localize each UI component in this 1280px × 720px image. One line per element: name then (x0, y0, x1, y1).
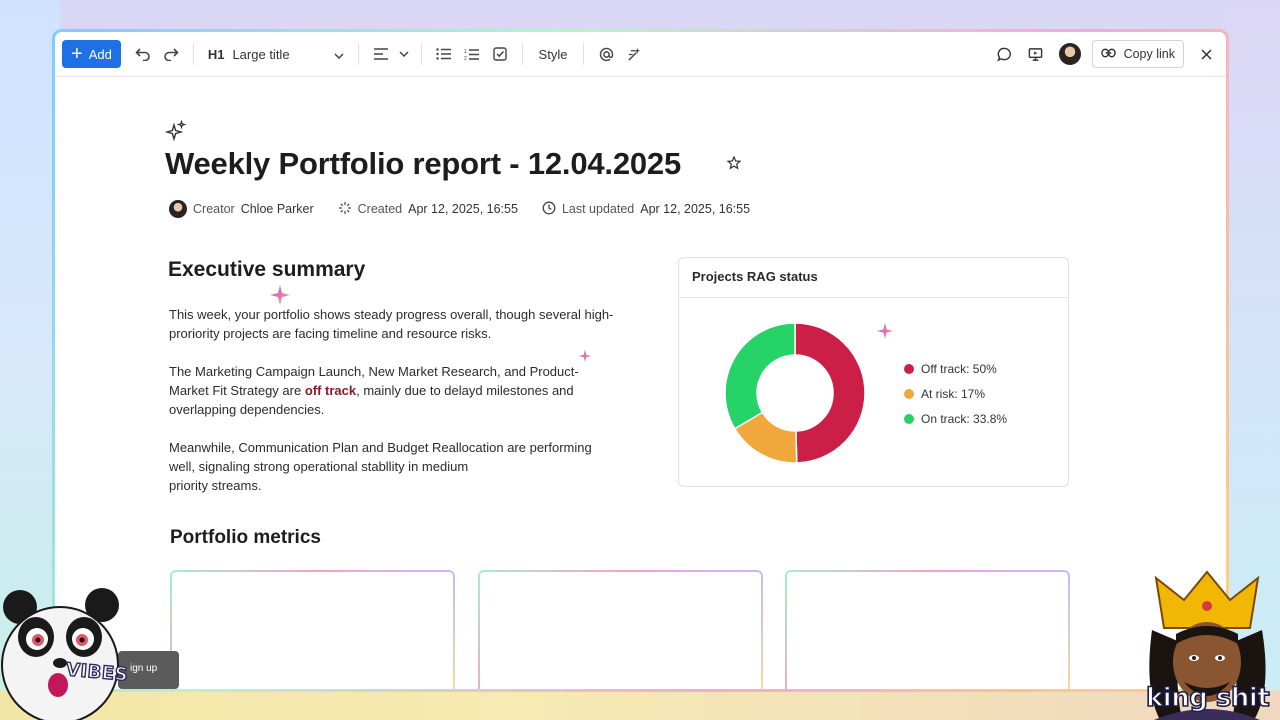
background-bottom-strip (0, 690, 1280, 720)
plus-icon: + (71, 43, 83, 65)
updated-label: Last updated (561, 202, 635, 216)
created-icon (338, 201, 352, 218)
rag-donut-chart (724, 322, 866, 464)
add-button-label: Add (88, 46, 112, 62)
toolbar-divider (583, 43, 585, 65)
heading-style-dropdown[interactable]: H1 Large title (202, 47, 350, 62)
present-icon[interactable] (1022, 40, 1050, 68)
toolbar-divider (192, 43, 194, 65)
toolbar-divider (357, 43, 359, 65)
copy-link-label: Copy link (1123, 47, 1175, 61)
summary-line: Meanwhile, Communication Plan and Budget… (169, 440, 592, 455)
updated-value: Apr 12, 2025, 16:55 (640, 202, 751, 216)
legend-item-off-track: Off track: 50% (904, 356, 1007, 381)
redo-icon[interactable] (157, 40, 185, 68)
avatar[interactable] (1056, 40, 1084, 68)
updated-info: Last updated Apr 12, 2025, 16:55 (542, 201, 750, 218)
summary-line: priority streams. (169, 478, 262, 493)
creator-avatar (169, 200, 187, 218)
portfolio-metrics-heading[interactable]: Portfolio metrics (170, 527, 321, 549)
copy-link-button[interactable]: Copy link (1091, 40, 1184, 68)
link-icon (1100, 47, 1116, 61)
panda-avatar-overlay (1, 588, 119, 720)
legend-dot (904, 413, 914, 424)
summary-paragraph-2[interactable]: The Marketing Campaign Launch, New Marke… (169, 362, 589, 419)
executive-summary-heading[interactable]: Executive summary (168, 258, 365, 282)
editor-toolbar: + Add H1 Large title 12 Style Copy link (55, 32, 1226, 77)
metric-card[interactable] (785, 570, 1070, 689)
chevron-down-icon (334, 47, 344, 62)
donut-slice-off-track[interactable] (794, 322, 866, 464)
document-meta: Creator Chloe Parker Created Apr 12, 202… (169, 200, 774, 218)
creator-label: Creator (193, 202, 235, 216)
rag-status-card[interactable]: Projects RAG status Off track: 50% At ri… (678, 257, 1069, 487)
metric-card[interactable] (478, 570, 763, 689)
checklist-icon[interactable] (486, 40, 514, 68)
ai-assist-icon[interactable] (620, 40, 648, 68)
bullet-list-icon[interactable] (430, 40, 458, 68)
page-title[interactable]: Weekly Portfolio report - 12.04.2025 (165, 146, 681, 182)
legend-item-on-track: On track: 33.8% (904, 406, 1007, 431)
summary-paragraph-3[interactable]: Meanwhile, Communication Plan and Budget… (169, 438, 639, 495)
toolbar-divider (521, 43, 523, 65)
numbered-list-icon[interactable]: 12 (458, 40, 486, 68)
favorite-star-icon[interactable] (726, 155, 742, 175)
legend-label: At risk: 17% (921, 386, 986, 401)
document-window: + Add H1 Large title 12 Style Copy link … (52, 29, 1229, 692)
creator-name[interactable]: Chloe Parker (241, 202, 314, 216)
king-sticker-text: king shit (1145, 682, 1270, 714)
align-left-icon[interactable] (367, 40, 395, 68)
toolbar-divider (420, 43, 422, 65)
legend-item-at-risk: At risk: 17% (904, 381, 1007, 406)
style-button[interactable]: Style (531, 47, 576, 62)
chevron-down-icon[interactable] (395, 40, 413, 68)
svg-text:2: 2 (464, 56, 467, 61)
comment-icon[interactable] (991, 40, 1019, 68)
rag-legend: Off track: 50% At risk: 17% On track: 33… (904, 356, 1007, 431)
summary-paragraph-1[interactable]: This week, your portfolio shows steady p… (169, 305, 629, 343)
created-info: Created Apr 12, 2025, 16:55 (338, 201, 518, 218)
add-button[interactable]: + Add (62, 40, 121, 68)
legend-dot (904, 388, 914, 399)
sparkle-icon (164, 119, 187, 147)
legend-dot (904, 363, 914, 374)
undo-icon[interactable] (129, 40, 157, 68)
legend-label: Off track: 50% (921, 361, 997, 376)
metric-card[interactable] (170, 570, 455, 689)
close-icon[interactable] (1192, 40, 1220, 68)
mention-icon[interactable] (592, 40, 620, 68)
created-label: Created (357, 202, 403, 216)
rag-card-title: Projects RAG status (679, 258, 1068, 298)
heading-style-label: Large title (232, 46, 290, 62)
donut-slice-on-track[interactable] (724, 322, 796, 430)
summary-line: well, signaling strong operational stabl… (169, 459, 469, 474)
legend-label: On track: 33.8% (921, 411, 1008, 426)
created-value: Apr 12, 2025, 16:55 (408, 202, 518, 216)
clock-icon (542, 201, 556, 218)
heading-icon: H1 (207, 46, 225, 62)
svg-text:1: 1 (464, 49, 467, 55)
user-avatar (1058, 43, 1081, 65)
creator-info: Creator Chloe Parker (169, 200, 314, 218)
off-track-highlight: off track (304, 383, 357, 398)
